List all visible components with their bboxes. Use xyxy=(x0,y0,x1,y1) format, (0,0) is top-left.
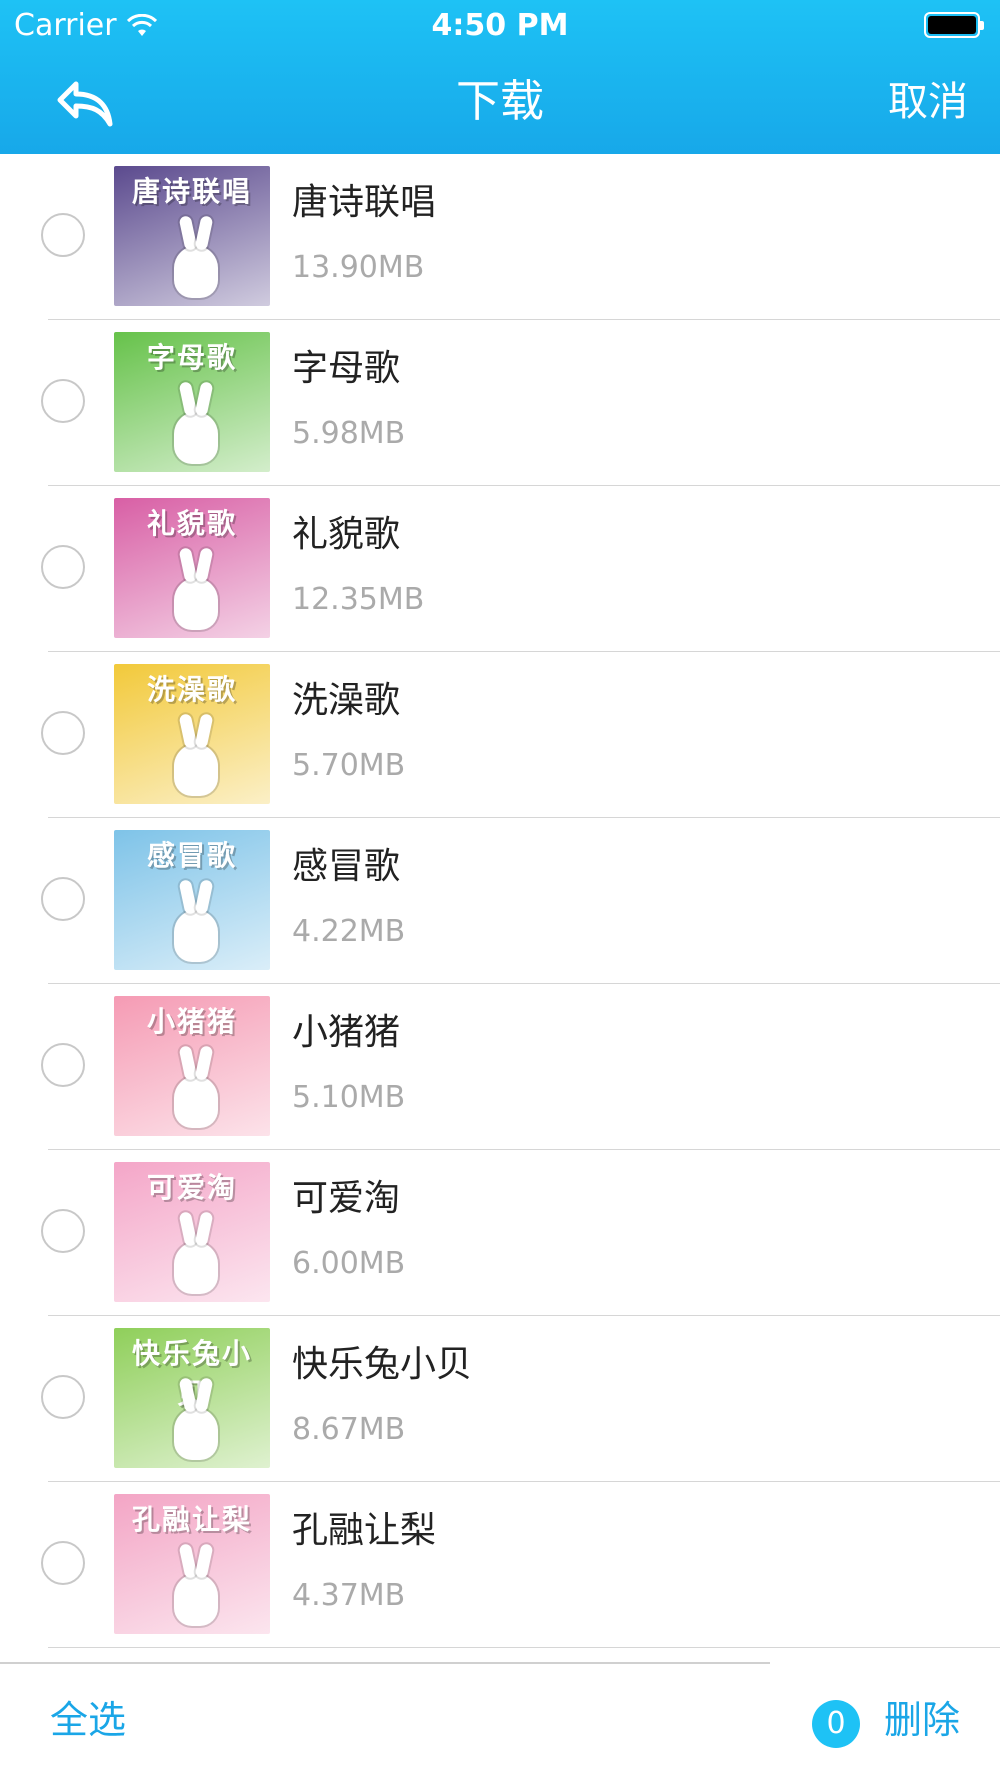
select-radio[interactable] xyxy=(41,1209,85,1253)
item-size: 4.22MB xyxy=(292,914,406,949)
list-item[interactable]: 感冒歌 感冒歌 4.22MB xyxy=(41,818,1000,984)
delete-button[interactable]: 删除 xyxy=(884,1692,960,1748)
item-title: 字母歌 xyxy=(292,348,401,389)
item-size: 13.90MB xyxy=(292,250,425,285)
thumbnail-image: 洗澡歌 xyxy=(114,664,270,804)
thumbnail-image: 小猪猪 xyxy=(114,996,270,1136)
list-item[interactable]: 字母歌 字母歌 5.98MB xyxy=(41,320,1000,486)
item-size: 12.35MB xyxy=(292,582,425,617)
cancel-button[interactable]: 取消 xyxy=(888,72,968,132)
selected-count-badge: 0 xyxy=(812,1700,860,1748)
bunny-illustration xyxy=(174,1242,218,1294)
bunny-illustration xyxy=(174,1076,218,1128)
list-item[interactable]: 孔融让梨 孔融让梨 4.37MB xyxy=(41,1482,1000,1648)
list-item[interactable]: 小猪猪 小猪猪 5.10MB xyxy=(41,984,1000,1150)
list-item[interactable]: 快乐兔小贝 快乐兔小贝 8.67MB xyxy=(41,1316,1000,1482)
item-size: 6.00MB xyxy=(292,1246,406,1281)
select-all-button[interactable]: 全选 xyxy=(50,1692,126,1748)
status-time: 4:50 PM xyxy=(431,8,569,43)
bunny-illustration xyxy=(174,744,218,796)
bunny-illustration xyxy=(174,578,218,630)
item-size: 8.67MB xyxy=(292,1412,406,1447)
thumbnail-image: 感冒歌 xyxy=(114,830,270,970)
list-item[interactable]: 唐诗联唱 唐诗联唱 13.90MB xyxy=(41,154,1000,320)
thumbnail-image: 孔融让梨 xyxy=(114,1494,270,1634)
bunny-illustration xyxy=(174,246,218,298)
select-radio[interactable] xyxy=(41,545,85,589)
select-radio[interactable] xyxy=(41,711,85,755)
item-title: 小猪猪 xyxy=(292,1012,401,1053)
thumbnail-title: 洗澡歌 xyxy=(146,673,237,706)
thumbnail-title: 唐诗联唱 xyxy=(131,175,252,208)
select-radio[interactable] xyxy=(41,213,85,257)
thumbnail-image: 唐诗联唱 xyxy=(114,166,270,306)
item-title: 礼貌歌 xyxy=(292,514,401,555)
navigation-header: Carrier 4:50 PM 下载 取消 xyxy=(0,0,1000,154)
item-size: 5.98MB xyxy=(292,416,406,451)
page-title: 下载 xyxy=(456,76,544,127)
thumbnail-image: 快乐兔小贝 xyxy=(114,1328,270,1468)
thumbnail-title: 礼貌歌 xyxy=(146,507,237,540)
thumbnail-title: 可爱淘 xyxy=(146,1171,237,1204)
thumbnail-image: 字母歌 xyxy=(114,332,270,472)
thumbnail-image: 可爱淘 xyxy=(114,1162,270,1302)
item-title: 唐诗联唱 xyxy=(292,182,437,223)
select-radio[interactable] xyxy=(41,1043,85,1087)
bunny-illustration xyxy=(174,910,218,962)
thumbnail-image: 礼貌歌 xyxy=(114,498,270,638)
item-title: 孔融让梨 xyxy=(292,1510,437,1551)
select-radio[interactable] xyxy=(41,379,85,423)
list-item[interactable]: 可爱淘 可爱淘 6.00MB xyxy=(41,1150,1000,1316)
item-size: 5.70MB xyxy=(292,748,406,783)
item-size: 4.37MB xyxy=(292,1578,406,1613)
bunny-illustration xyxy=(174,1408,218,1460)
item-size: 5.10MB xyxy=(292,1080,406,1115)
thumbnail-title: 快乐兔小贝 xyxy=(131,1337,252,1410)
list-item[interactable]: 礼貌歌 礼貌歌 12.35MB xyxy=(41,486,1000,652)
select-radio[interactable] xyxy=(41,1375,85,1419)
item-title: 洗澡歌 xyxy=(292,680,401,721)
download-list[interactable]: 唐诗联唱 唐诗联唱 13.90MB 字母歌 字母歌 5.98MB 礼貌歌 礼貌歌… xyxy=(0,154,1000,1662)
bunny-illustration xyxy=(174,412,218,464)
list-item[interactable]: 洗澡歌 洗澡歌 5.70MB xyxy=(41,652,1000,818)
battery-icon xyxy=(924,12,984,38)
select-radio[interactable] xyxy=(41,877,85,921)
item-title: 快乐兔小贝 xyxy=(292,1344,473,1385)
item-title: 可爱淘 xyxy=(292,1178,401,1219)
select-radio[interactable] xyxy=(41,1541,85,1585)
toolbar-divider xyxy=(0,1662,770,1664)
thumbnail-title: 感冒歌 xyxy=(146,839,237,872)
bottom-toolbar: 全选 0 删除 xyxy=(0,1662,1000,1778)
bunny-illustration xyxy=(174,1574,218,1626)
item-title: 感冒歌 xyxy=(292,846,401,887)
thumbnail-title: 孔融让梨 xyxy=(131,1503,252,1536)
thumbnail-title: 字母歌 xyxy=(146,341,237,374)
thumbnail-title: 小猪猪 xyxy=(146,1005,237,1038)
